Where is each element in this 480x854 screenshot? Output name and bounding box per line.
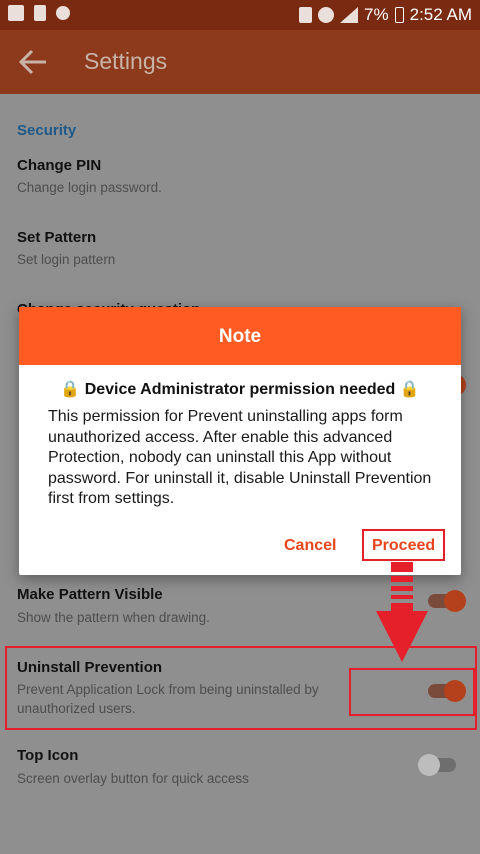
gallery-icon	[8, 5, 24, 21]
cancel-button[interactable]: Cancel	[284, 537, 336, 555]
signal-icon	[340, 7, 359, 23]
highlight-uninstall-toggle	[349, 668, 475, 716]
status-bar: 7% 2:52 AM	[0, 0, 480, 30]
setting-title: Top Icon	[17, 747, 79, 764]
toggle-knob	[418, 754, 440, 776]
setting-subtitle: Show the pattern when drawing.	[17, 610, 210, 625]
dialog-message: This permission for Prevent uninstalling…	[48, 408, 432, 507]
permission-dialog: Note 🔒 Device Administrator permission n…	[19, 307, 461, 575]
setting-subtitle: Set login pattern	[17, 252, 116, 267]
fingerprint-icon	[56, 6, 70, 20]
setting-subtitle: Change login password.	[17, 180, 162, 195]
proceed-button[interactable]: Proceed	[372, 537, 435, 555]
toggle-top-icon[interactable]	[418, 754, 456, 776]
dialog-title: Note	[218, 326, 262, 347]
setting-title: Make Pattern Visible	[17, 586, 163, 603]
setting-set-pattern[interactable]: Set Pattern Set login pattern	[0, 226, 480, 278]
alarm-icon	[318, 7, 335, 23]
toggle-make-pattern-visible[interactable]	[428, 590, 466, 612]
page-title: Settings	[84, 48, 168, 74]
setting-top-icon[interactable]: Top Icon Screen overlay button for quick…	[0, 744, 480, 800]
toggle-knob	[444, 590, 466, 612]
setting-title: Change PIN	[17, 157, 102, 174]
battery-percent: 7%	[364, 5, 389, 24]
app-bar: Settings	[0, 30, 480, 94]
clock: 2:52 AM	[409, 5, 472, 24]
lock-icon	[299, 7, 313, 23]
section-title-security: Security	[17, 122, 77, 139]
setting-title: Set Pattern	[17, 229, 97, 246]
dialog-heading: 🔒 Device Administrator permission needed…	[60, 381, 420, 398]
dialog-header: Note	[19, 307, 461, 365]
arrow-left-icon[interactable]	[18, 48, 48, 76]
setting-subtitle: Screen overlay button for quick access	[17, 771, 249, 786]
app-icon	[34, 5, 46, 21]
setting-change-pin[interactable]: Change PIN Change login password.	[0, 154, 480, 206]
battery-icon	[394, 7, 404, 23]
arrow-down-icon	[376, 562, 428, 662]
